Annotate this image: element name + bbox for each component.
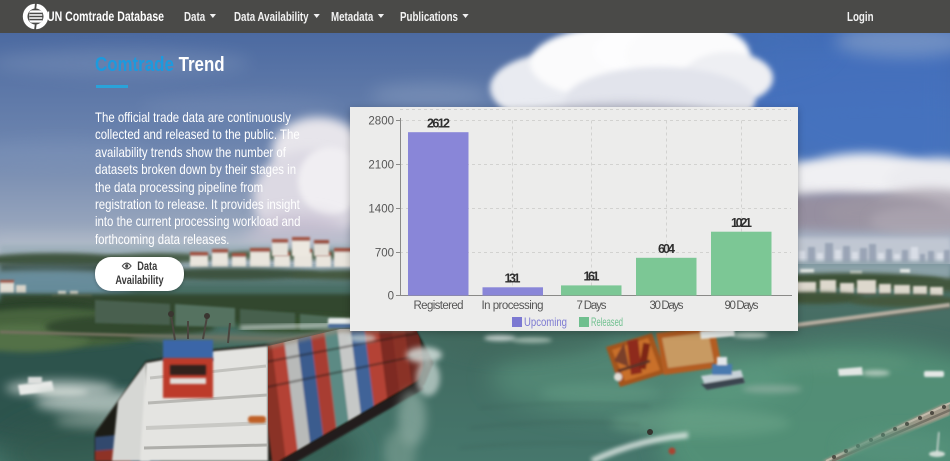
svg-text:In processing: In processing (482, 300, 544, 312)
svg-text:604: 604 (658, 242, 675, 256)
svg-text:2612: 2612 (427, 117, 450, 131)
svg-text:2100: 2100 (368, 160, 394, 172)
svg-text:Registered: Registered (414, 300, 464, 312)
svg-text:7 Days: 7 Days (577, 300, 607, 312)
svg-text:Upcoming: Upcoming (524, 315, 567, 329)
svg-text:131: 131 (505, 272, 521, 286)
svg-text:161: 161 (584, 270, 600, 284)
svg-text:700: 700 (375, 248, 394, 260)
svg-text:Released: Released (591, 315, 623, 329)
svg-text:30 Days: 30 Days (650, 300, 684, 312)
svg-text:1021: 1021 (731, 216, 752, 230)
svg-text:1400: 1400 (368, 204, 394, 216)
svg-text:2800: 2800 (368, 116, 394, 128)
svg-text:0: 0 (388, 291, 394, 303)
svg-text:90 Days: 90 Days (725, 300, 759, 312)
